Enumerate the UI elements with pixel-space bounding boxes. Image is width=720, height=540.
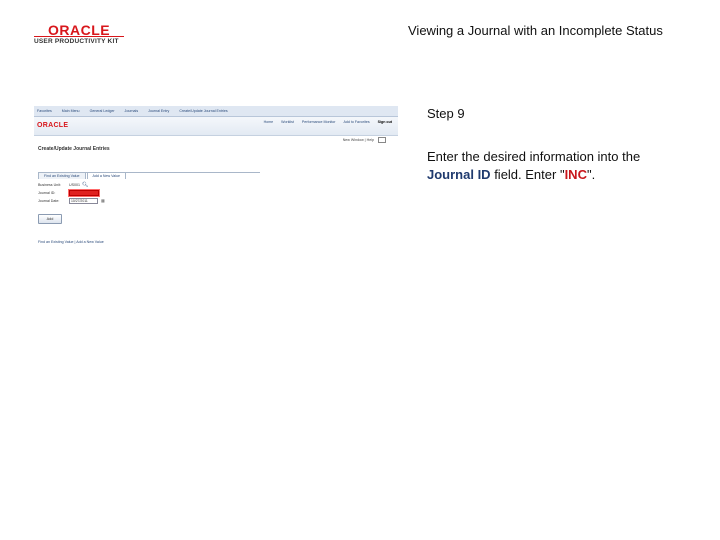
journal-id-label: Journal ID: [38, 190, 56, 195]
page-title: Create/Update Journal Entries [38, 146, 110, 152]
tab-find-existing[interactable]: Find an Existing Value [38, 172, 86, 179]
lookup-icon[interactable]: 🔍︎ [82, 182, 88, 188]
instruction-suffix: ". [586, 167, 596, 182]
add-button[interactable]: Add [38, 214, 62, 224]
app-brand: ORACLE [37, 122, 69, 129]
instruction-middle: field. Enter " [490, 167, 565, 182]
footer-links[interactable]: Find an Existing Value | Add a New Value [38, 240, 104, 244]
nav-journal-entry[interactable]: Journal Entry [148, 109, 169, 113]
instruction-text: Enter the desired information into the J… [427, 148, 687, 184]
calendar-icon[interactable]: ▦ [101, 198, 105, 203]
nav-journals[interactable]: Journals [125, 109, 139, 113]
logo-product: USER PRODUCTIVITY KIT [34, 38, 119, 45]
journal-id-row: Journal ID: [38, 190, 99, 196]
window-help-label[interactable]: New Window | Help [343, 138, 374, 142]
search-tabs: Find an Existing Value Add a New Value [38, 164, 127, 179]
slide-title: Viewing a Journal with an Incomplete Sta… [408, 23, 663, 38]
journal-date-label: Journal Date: [38, 199, 60, 203]
logo-divider [34, 36, 124, 37]
nav-general-ledger[interactable]: General Ledger [90, 109, 115, 113]
nav-create-update[interactable]: Create/Update Journal Entries [179, 109, 227, 113]
application-screenshot: Favorites Main Menu General Ledger Journ… [34, 106, 398, 252]
header-band: ORACLE Home Worklist Performance Monitor… [34, 117, 398, 136]
journal-date-input[interactable]: 10/27/2011 [69, 198, 98, 205]
tab-add-new[interactable]: Add a New Value [86, 172, 127, 179]
top-nav-bar: Favorites Main Menu General Ledger Journ… [34, 106, 398, 117]
oracle-upk-logo: ORACLE USER PRODUCTIVITY KIT [34, 22, 130, 48]
header-link-favorites[interactable]: Add to Favorites [343, 120, 369, 124]
instruction-value: INC [564, 167, 587, 182]
instruction-prefix: Enter the desired information into the [427, 149, 641, 164]
journal-date-row: Journal Date: 10/27/2011 ▦ [38, 198, 105, 205]
header-link-performance[interactable]: Performance Monitor [302, 120, 336, 124]
nav-favorites[interactable]: Favorites [37, 109, 52, 113]
instruction-field: Journal ID [427, 167, 491, 182]
window-icon[interactable] [378, 137, 386, 143]
journal-id-input[interactable] [69, 190, 99, 196]
business-unit-label: Business Unit: [38, 183, 61, 187]
step-number: Step 9 [427, 106, 465, 121]
header-links: Home Worklist Performance Monitor Add to… [257, 120, 392, 124]
header-link-signout[interactable]: Sign out [378, 120, 392, 124]
business-unit-row: Business Unit: US001 🔍︎ [38, 182, 88, 188]
window-help-links: New Window | Help [343, 137, 386, 143]
header-link-worklist[interactable]: Worklist [281, 120, 294, 124]
nav-main-menu[interactable]: Main Menu [62, 109, 80, 113]
business-unit-value[interactable]: US001 [69, 183, 80, 187]
tab-divider [38, 172, 260, 173]
header-link-home[interactable]: Home [264, 120, 274, 124]
